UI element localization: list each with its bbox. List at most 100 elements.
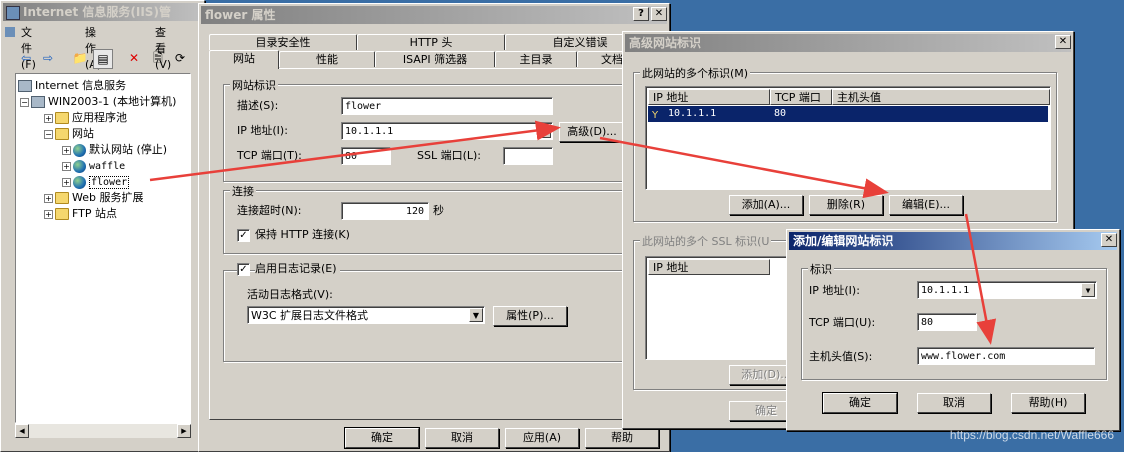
expand-icon[interactable]: + bbox=[44, 209, 53, 219]
globe-icon bbox=[73, 143, 86, 157]
chevron-down-icon[interactable]: ▼ bbox=[537, 124, 551, 138]
collapse-icon[interactable]: − bbox=[44, 129, 53, 139]
log-format-select[interactable]: W3C 扩展日志文件格式 ▼ bbox=[247, 306, 485, 324]
scroll-right-icon[interactable]: ▶ bbox=[177, 424, 191, 438]
collapse-icon[interactable]: − bbox=[20, 97, 29, 107]
timeout-field[interactable]: 120 bbox=[341, 202, 429, 220]
edit-cancel-button[interactable]: 取消 bbox=[917, 393, 991, 413]
tree-hscrollbar[interactable]: ◀ ▶ bbox=[15, 423, 191, 438]
connection-group: 连接 bbox=[223, 183, 633, 254]
tree-item-flower[interactable]: + flower bbox=[62, 174, 130, 190]
tab-isapi-filters[interactable]: ISAPI 筛选器 bbox=[375, 51, 495, 67]
expand-icon[interactable]: + bbox=[62, 145, 71, 155]
tcp-port-label: TCP 端口(T): bbox=[237, 149, 302, 162]
row-port: 80 bbox=[774, 108, 787, 119]
properties-icon[interactable]: 🗎 bbox=[149, 49, 167, 67]
log-format-label: 活动日志格式(V): bbox=[247, 288, 333, 301]
remove-identity-button[interactable]: 删除(R) bbox=[809, 195, 883, 215]
chevron-down-icon[interactable]: ▼ bbox=[1081, 283, 1095, 297]
tab-directory-security[interactable]: 目录安全性 bbox=[209, 34, 357, 50]
log-properties-button[interactable]: 属性(P)... bbox=[493, 306, 567, 326]
back-icon[interactable]: ⇦ bbox=[17, 49, 35, 67]
help-button[interactable]: 帮助 bbox=[585, 428, 659, 448]
advanced-button[interactable]: 高级(D)... bbox=[559, 122, 625, 142]
help-title-icon[interactable]: ? bbox=[633, 7, 649, 21]
ssl-port-field[interactable] bbox=[503, 147, 553, 165]
tree-item-waffle[interactable]: + waffle bbox=[62, 158, 125, 174]
edit-ok-button[interactable]: 确定 bbox=[822, 392, 898, 414]
col-ip-address[interactable]: IP 地址 bbox=[648, 89, 770, 105]
close-icon[interactable]: ✕ bbox=[1055, 35, 1071, 49]
edit-host-field[interactable]: www.flower.com bbox=[917, 347, 1095, 365]
apply-button[interactable]: 应用(A) bbox=[505, 428, 579, 448]
expand-icon[interactable]: + bbox=[44, 193, 53, 203]
close-icon[interactable]: ✕ bbox=[1101, 233, 1117, 247]
folder-icon bbox=[55, 128, 69, 140]
network-icon: Y bbox=[652, 110, 659, 121]
up-folder-icon[interactable]: 📁 bbox=[71, 49, 89, 67]
tree-item-default-site[interactable]: + 默认网站 (停止) bbox=[62, 142, 167, 158]
tree-item-server[interactable]: − WIN2003-1 (本地计算机) bbox=[20, 94, 176, 110]
computer-icon bbox=[31, 96, 45, 108]
expand-icon[interactable]: + bbox=[62, 177, 71, 187]
tree-label: Internet 信息服务 bbox=[35, 79, 127, 92]
tree-label: waffle bbox=[89, 161, 126, 172]
tab-website[interactable]: 网站 bbox=[209, 50, 279, 69]
tree-label: 网站 bbox=[72, 127, 94, 140]
show-tree-icon[interactable]: ▤ bbox=[93, 49, 113, 69]
tree-item-iis-root[interactable]: Internet 信息服务 bbox=[18, 78, 126, 94]
iis-app-icon bbox=[6, 6, 20, 20]
tree-item-websites[interactable]: − 网站 bbox=[44, 126, 94, 142]
tcp-port-field[interactable]: 80 bbox=[341, 147, 391, 165]
refresh-icon[interactable]: ⟳ bbox=[171, 49, 189, 67]
col-host-header[interactable]: 主机头值 bbox=[832, 89, 1050, 105]
tree-item-ftp[interactable]: + FTP 站点 bbox=[44, 206, 117, 222]
edit-tcp-label: TCP 端口(U): bbox=[809, 316, 876, 329]
identities-list[interactable]: IP 地址 TCP 端口 主机头值 Y 10.1.1.1 80 bbox=[645, 86, 1051, 190]
cancel-button[interactable]: 取消 bbox=[425, 428, 499, 448]
expand-icon[interactable]: + bbox=[62, 161, 71, 171]
timeout-value: 120 bbox=[405, 206, 424, 217]
add-identity-button[interactable]: 添加(A)... bbox=[729, 195, 803, 215]
tree-pane: Internet 信息服务 − WIN2003-1 (本地计算机) + 应用程序池 … bbox=[15, 73, 191, 423]
edit-identity-button[interactable]: 编辑(E)... bbox=[889, 195, 963, 215]
close-icon[interactable]: ✕ bbox=[651, 7, 667, 21]
toolbar: ⇦ ⇨ 📁 ▤ ✕ 🗎 ⟳ bbox=[1, 21, 206, 69]
ip-address-select[interactable]: 10.1.1.1 ▼ bbox=[341, 122, 553, 140]
log-format-value: W3C 扩展日志文件格式 bbox=[251, 309, 369, 322]
edit-ip-select[interactable]: 10.1.1.1 ▼ bbox=[917, 281, 1097, 299]
row-ip: 10.1.1.1 bbox=[668, 108, 717, 119]
tree-item-web-ext[interactable]: + Web 服务扩展 bbox=[44, 190, 143, 206]
ok-button[interactable]: 确定 bbox=[344, 427, 420, 449]
folder-icon bbox=[55, 192, 69, 204]
logging-checkbox[interactable]: ✓ bbox=[237, 263, 250, 276]
delete-icon[interactable]: ✕ bbox=[125, 49, 143, 67]
tab-home-directory[interactable]: 主目录 bbox=[495, 51, 577, 67]
description-field[interactable]: flower bbox=[341, 97, 553, 115]
scroll-left-icon[interactable]: ◀ bbox=[15, 424, 29, 438]
chevron-down-icon[interactable]: ▼ bbox=[469, 308, 483, 322]
expand-icon[interactable]: + bbox=[44, 113, 53, 123]
edit-title-bar[interactable]: 添加/编辑网站标识 bbox=[789, 232, 1117, 250]
iis-title-bar[interactable]: Internet 信息服务(IIS)管 bbox=[3, 3, 202, 21]
tree-label: WIN2003-1 (本地计算机) bbox=[48, 95, 177, 108]
tree-item-app-pools[interactable]: + 应用程序池 bbox=[44, 110, 127, 126]
description-label: 描述(S): bbox=[237, 99, 279, 112]
timeout-unit: 秒 bbox=[433, 204, 444, 217]
tab-performance[interactable]: 性能 bbox=[279, 51, 375, 67]
advanced-title: 高级网站标识 bbox=[629, 36, 702, 50]
connection-group-title: 连接 bbox=[230, 183, 256, 199]
tab-http-headers[interactable]: HTTP 头 bbox=[357, 34, 505, 50]
properties-title: flower 属性 bbox=[205, 8, 276, 22]
col-tcp-port[interactable]: TCP 端口 bbox=[770, 89, 832, 105]
advanced-title-bar[interactable]: 高级网站标识 bbox=[625, 34, 1071, 52]
table-row[interactable]: Y 10.1.1.1 80 bbox=[648, 106, 1048, 122]
col-ssl-ip[interactable]: IP 地址 bbox=[648, 259, 770, 275]
keepalive-checkbox[interactable]: ✓ bbox=[237, 229, 250, 242]
forward-icon[interactable]: ⇨ bbox=[39, 49, 57, 67]
properties-title-bar[interactable]: flower 属性 bbox=[201, 6, 667, 24]
tree-label: FTP 站点 bbox=[72, 207, 117, 220]
edit-help-button[interactable]: 帮助(H) bbox=[1011, 393, 1085, 413]
tree-label: flower bbox=[89, 176, 130, 189]
edit-tcp-field[interactable]: 80 bbox=[917, 313, 977, 331]
